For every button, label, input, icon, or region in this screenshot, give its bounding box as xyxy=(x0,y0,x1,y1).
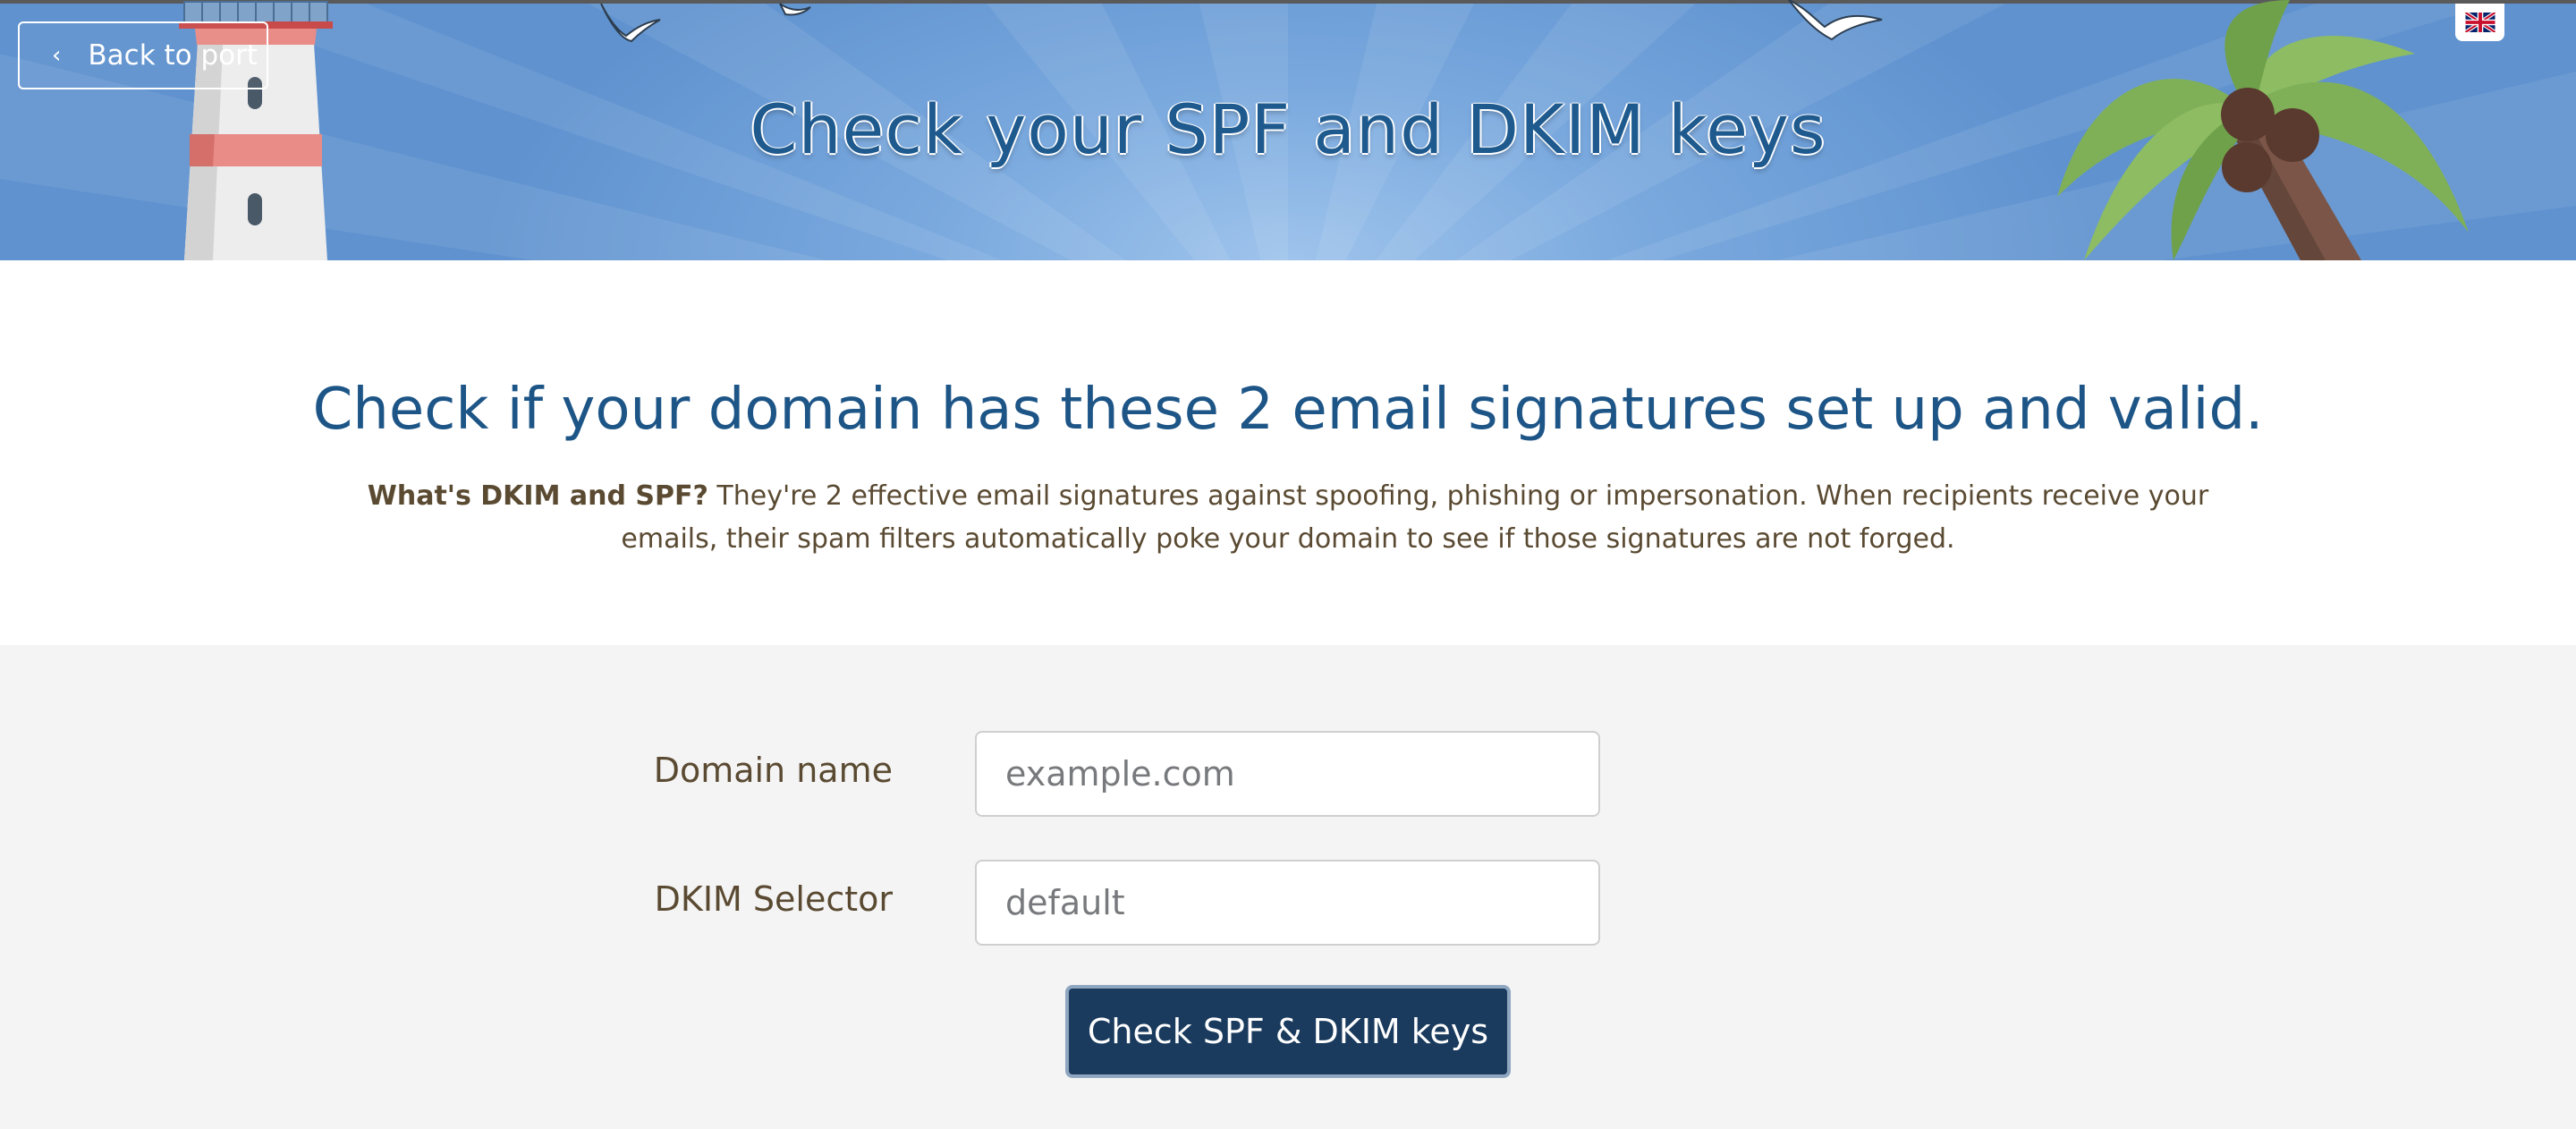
page-header: ‹ Back to port Check your SPF and DKIM k… xyxy=(0,0,2576,260)
back-to-port-button[interactable]: ‹ Back to port xyxy=(18,21,268,89)
check-keys-button[interactable]: Check SPF & DKIM keys xyxy=(1065,985,1511,1078)
page-title: Check your SPF and DKIM keys xyxy=(750,89,1826,169)
intro-body: They're 2 effective email signatures aga… xyxy=(621,480,2209,555)
chevron-left-icon: ‹ xyxy=(52,42,62,69)
uk-flag-icon xyxy=(2464,13,2496,32)
back-button-label: Back to port xyxy=(88,39,258,72)
dkim-selector-label: DKIM Selector xyxy=(654,879,893,919)
intro-description: What's DKIM and SPF? They're 2 effective… xyxy=(322,475,2254,561)
domain-name-label: Domain name xyxy=(653,751,893,790)
dkim-selector-input[interactable] xyxy=(975,860,1600,946)
check-form: Domain name DKIM Selector Check SPF & DK… xyxy=(0,645,2576,1129)
language-selector[interactable] xyxy=(2455,4,2504,41)
seagulls-illustration xyxy=(600,0,1883,43)
intro-heading: Check if your domain has these 2 email s… xyxy=(312,377,2264,443)
intro-question: What's DKIM and SPF? xyxy=(367,480,708,512)
domain-name-input[interactable] xyxy=(975,731,1600,817)
intro-section: Check if your domain has these 2 email s… xyxy=(0,260,2576,645)
